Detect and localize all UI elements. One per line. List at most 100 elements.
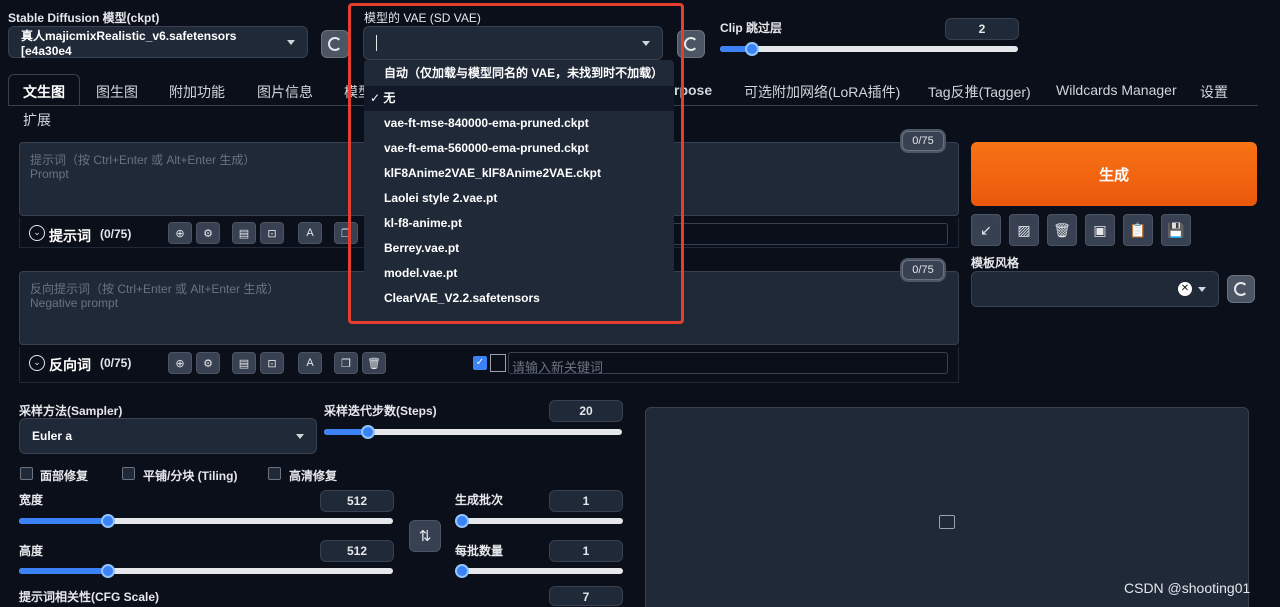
model-select-label: Stable Diffusion 模型(ckpt) xyxy=(8,11,160,25)
history-icon[interactable]: ▤ xyxy=(232,352,256,374)
tab-txt2img[interactable]: 文生图 xyxy=(23,82,65,102)
vae-option-selected[interactable]: ✓ 无 xyxy=(364,86,674,111)
hires-fix-checkbox[interactable] xyxy=(268,467,281,480)
vae-select-label: 模型的 VAE (SD VAE) xyxy=(364,11,481,25)
tiling-label: 平铺/分块 (Tiling) xyxy=(143,469,238,483)
width-label: 宽度 xyxy=(19,493,44,507)
collapse-icon[interactable]: ⌄ xyxy=(29,225,45,241)
chevron-down-icon xyxy=(642,40,650,46)
gear-icon[interactable]: ⚙ xyxy=(196,352,220,374)
tab-extras[interactable]: 附加功能 xyxy=(169,82,225,102)
tab-wildcards[interactable]: Wildcards Manager xyxy=(1056,82,1177,98)
globe-icon[interactable]: ⊕ xyxy=(168,222,192,244)
width-slider[interactable] xyxy=(19,518,393,524)
vae-option[interactable]: 自动（仅加载与模型同名的 VAE，未找到时不加载） xyxy=(364,61,674,86)
batch-size-slider-handle[interactable] xyxy=(455,564,469,578)
clipboard-icon[interactable]: 📋 xyxy=(1123,214,1153,246)
vae-option[interactable]: klF8Anime2VAE_klF8Anime2VAE.ckpt xyxy=(364,161,674,186)
vae-select[interactable] xyxy=(363,26,663,60)
prompt-title: 提示词 xyxy=(49,228,91,244)
output-gallery xyxy=(645,407,1249,607)
tab-extensions[interactable]: 扩展 xyxy=(23,110,51,130)
model-select[interactable]: 真人majicmixRealistic_v6.safetensors [e4a3… xyxy=(8,26,308,58)
bookmark-icon[interactable]: ⊡ xyxy=(260,352,284,374)
height-slider-handle[interactable] xyxy=(101,564,115,578)
generate-button[interactable]: 生成 xyxy=(971,142,1257,206)
prompt-token-counter: 0/75 xyxy=(902,131,944,151)
sampler-select[interactable]: Euler a xyxy=(19,418,317,454)
keyword-checkbox[interactable]: ✓ xyxy=(473,356,487,370)
bookmark-icon[interactable]: ⊡ xyxy=(260,222,284,244)
vae-option-label: 无 xyxy=(383,91,396,105)
batch-count-label: 生成批次 xyxy=(455,493,504,507)
globe-icon[interactable]: ⊕ xyxy=(168,352,192,374)
copy-icon[interactable]: ❐ xyxy=(334,352,358,374)
tab-png-info[interactable]: 图片信息 xyxy=(257,82,313,102)
keyword-placeholder: 请输入新关键词 xyxy=(512,360,604,375)
vae-option[interactable]: Berrey.vae.pt xyxy=(364,236,674,261)
height-slider[interactable] xyxy=(19,568,393,574)
batch-size-value[interactable]: 1 xyxy=(549,540,623,562)
vae-option[interactable]: vae-ft-ema-560000-ema-pruned.ckpt xyxy=(364,136,674,161)
refresh-icon xyxy=(328,37,342,51)
style-label: 模板风格 xyxy=(971,256,1020,270)
trash-icon[interactable]: 🗑 xyxy=(362,352,386,374)
tab-openpose[interactable]: rpose xyxy=(674,82,712,98)
tab-lora[interactable]: 可选附加网络(LoRA插件) xyxy=(744,82,900,102)
model-select-value: 真人majicmixRealistic_v6.safetensors [e4a3… xyxy=(21,28,237,58)
batch-count-value[interactable]: 1 xyxy=(549,490,623,512)
tab-settings[interactable]: 设置 xyxy=(1200,82,1228,102)
width-value[interactable]: 512 xyxy=(320,490,394,512)
negative-prompt-token-counter: 0/75 xyxy=(902,260,944,280)
height-value[interactable]: 512 xyxy=(320,540,394,562)
tab-tagger[interactable]: Tag反推(Tagger) xyxy=(928,82,1031,102)
style-refresh-button[interactable] xyxy=(1227,275,1255,303)
chevron-down-icon xyxy=(287,39,295,45)
vae-option[interactable]: model.vae.pt xyxy=(364,261,674,286)
save-style-icon[interactable]: 💾 xyxy=(1161,214,1191,246)
chevron-down-icon xyxy=(1198,286,1206,292)
width-slider-handle[interactable] xyxy=(101,514,115,528)
chevron-down-icon xyxy=(296,433,304,439)
paste-icon[interactable]: ▨ xyxy=(1009,214,1039,246)
sampler-value: Euler a xyxy=(32,429,73,443)
cfg-value[interactable]: 7 xyxy=(549,586,623,606)
negative-prompt-count: (0/75) xyxy=(100,356,132,370)
batch-count-slider[interactable] xyxy=(455,518,623,524)
steps-value[interactable]: 20 xyxy=(549,400,623,422)
history-icon[interactable]: ▤ xyxy=(232,222,256,244)
gear-icon[interactable]: ⚙ xyxy=(196,222,220,244)
clip-skip-value[interactable]: 2 xyxy=(945,18,1019,40)
tiling-checkbox[interactable] xyxy=(122,467,135,480)
vae-option[interactable]: Laolei style 2.vae.pt xyxy=(364,186,674,211)
clip-skip-slider-handle[interactable] xyxy=(745,42,759,56)
trash-icon[interactable]: 🗑 xyxy=(1047,214,1077,246)
swap-icon: ⇅ xyxy=(418,528,432,545)
copy-icon[interactable]: ❐ xyxy=(334,222,358,244)
extra-networks-icon[interactable]: ▣ xyxy=(1085,214,1115,246)
vae-option[interactable]: ClearVAE_V2.2.safetensors xyxy=(364,286,674,311)
clear-icon[interactable]: ✕ xyxy=(1178,282,1192,296)
vae-option[interactable]: kl-f8-anime.pt xyxy=(364,211,674,236)
collapse-icon[interactable]: ⌄ xyxy=(29,355,45,371)
style-select[interactable]: ✕ xyxy=(971,271,1219,307)
tab-img2img[interactable]: 图生图 xyxy=(96,82,138,102)
face-restore-label: 面部修复 xyxy=(40,469,89,483)
vae-option[interactable]: vae-ft-mse-840000-ema-pruned.ckpt xyxy=(364,111,674,136)
watermark: CSDN @shooting01 xyxy=(1124,580,1251,596)
clip-skip-slider[interactable] xyxy=(720,46,1018,52)
swap-dimensions-button[interactable]: ⇅ xyxy=(409,520,441,552)
arrow-icon[interactable]: ↙ xyxy=(971,214,1001,246)
negative-prompt-title: 反向词 xyxy=(49,357,91,373)
batch-size-slider[interactable] xyxy=(455,568,623,574)
vae-dropdown-menu: 自动（仅加载与模型同名的 VAE，未找到时不加载） ✓ 无 vae-ft-mse… xyxy=(364,60,674,312)
vae-refresh-button[interactable] xyxy=(677,30,705,58)
model-refresh-button[interactable] xyxy=(321,30,349,58)
translate-icon[interactable]: A xyxy=(298,222,322,244)
steps-slider-handle[interactable] xyxy=(361,425,375,439)
slider-fill xyxy=(19,568,106,574)
batch-count-slider-handle[interactable] xyxy=(455,514,469,528)
translate-icon[interactable]: A xyxy=(298,352,322,374)
face-restore-checkbox[interactable] xyxy=(20,467,33,480)
refresh-icon xyxy=(1234,282,1248,296)
